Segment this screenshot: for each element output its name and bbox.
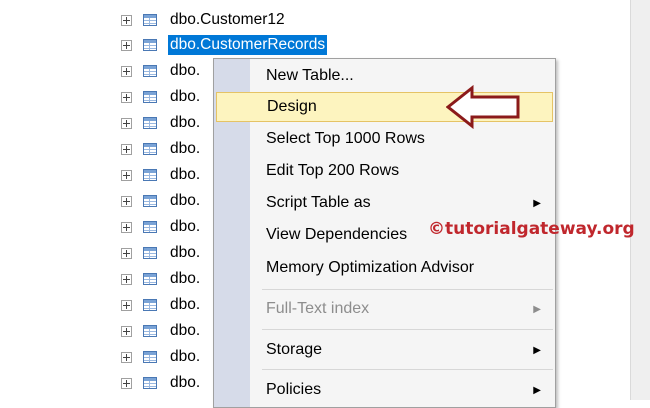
tree-item-label: dbo. — [170, 322, 201, 339]
menu-item-full-text-index[interactable]: Full-Text index ▶ — [216, 294, 553, 324]
tree-item[interactable]: dbo. — [121, 137, 202, 161]
watermark: ©tutorialgateway.org — [428, 219, 635, 239]
menu-item-storage[interactable]: Storage ▶ — [216, 335, 553, 365]
tree-item-label: dbo. — [170, 192, 201, 209]
menu-item-label: Design — [267, 98, 317, 115]
menu-separator — [262, 329, 553, 330]
tree-item-label: dbo. — [170, 166, 201, 183]
tree-item-label: dbo. — [170, 374, 201, 391]
expand-icon[interactable] — [121, 221, 132, 233]
expand-icon[interactable] — [121, 117, 132, 129]
tree-item[interactable]: dbo. — [121, 189, 202, 213]
tree-item[interactable]: dbo. — [121, 163, 202, 187]
expand-icon[interactable] — [121, 325, 132, 337]
tree-item-label: dbo. — [170, 140, 201, 157]
tree-item[interactable]: dbo. — [121, 59, 202, 83]
table-icon — [143, 195, 157, 207]
menu-separator — [262, 289, 553, 290]
menu-item-label: Script Table as — [266, 194, 371, 211]
menu-item-label: Select Top 1000 Rows — [266, 130, 425, 147]
table-icon — [143, 325, 157, 337]
tree-item-label: dbo. — [170, 62, 201, 79]
tree-item-label: dbo.Customer12 — [170, 11, 285, 28]
menu-item-label: Full-Text index — [266, 300, 370, 317]
submenu-arrow-icon: ▶ — [533, 197, 541, 209]
table-icon — [143, 143, 157, 155]
menu-item-label: Memory Optimization Advisor — [266, 259, 475, 276]
menu-item-policies[interactable]: Policies ▶ — [216, 375, 553, 405]
tree-item[interactable]: dbo. — [121, 241, 202, 265]
tree-item-label: dbo. — [170, 88, 201, 105]
tree-item-label: dbo. — [170, 218, 201, 235]
menu-item-label: Storage — [266, 341, 323, 358]
tree-item-label: dbo. — [170, 114, 201, 131]
object-explorer-tree: dbo.Customer12 dbo.CustomerRecords dbo. … — [0, 0, 328, 400]
table-icon — [143, 273, 157, 285]
expand-icon[interactable] — [121, 14, 132, 26]
expand-icon[interactable] — [121, 351, 132, 363]
expand-icon[interactable] — [121, 169, 132, 181]
expand-icon[interactable] — [121, 247, 132, 259]
submenu-arrow-icon: ▶ — [533, 303, 541, 315]
menu-item-script-table-as[interactable]: Script Table as ▶ — [216, 188, 553, 218]
expand-icon[interactable] — [121, 91, 132, 103]
table-icon — [143, 117, 157, 129]
tree-item[interactable]: dbo. — [121, 215, 202, 239]
tree-item-customerrecords[interactable]: dbo.CustomerRecords — [121, 33, 328, 57]
tree-item[interactable]: dbo. — [121, 85, 202, 109]
table-icon — [143, 169, 157, 181]
submenu-arrow-icon: ▶ — [533, 384, 541, 396]
table-icon — [143, 351, 157, 363]
expand-icon[interactable] — [121, 39, 132, 51]
tree-item[interactable]: dbo. — [121, 111, 202, 135]
submenu-arrow-icon: ▶ — [533, 344, 541, 356]
vertical-scrollbar[interactable] — [630, 0, 650, 400]
tree-item[interactable]: dbo. — [121, 293, 202, 317]
menu-item-label: View Dependencies — [266, 226, 408, 243]
expand-icon[interactable] — [121, 377, 132, 389]
table-icon — [143, 65, 157, 77]
table-icon — [143, 91, 157, 103]
tree-item-label: dbo. — [170, 296, 201, 313]
menu-separator — [262, 369, 553, 370]
expand-icon[interactable] — [121, 273, 132, 285]
tree-item-customer12[interactable]: dbo.Customer12 — [121, 8, 287, 32]
tree-item[interactable]: dbo. — [121, 371, 202, 395]
tree-item[interactable]: dbo. — [121, 267, 202, 291]
tree-item-label: dbo. — [170, 348, 201, 365]
table-icon — [143, 14, 157, 26]
tree-item[interactable]: dbo. — [121, 319, 202, 343]
expand-icon[interactable] — [121, 195, 132, 207]
menu-item-label: Edit Top 200 Rows — [266, 162, 400, 179]
table-icon — [143, 299, 157, 311]
tree-item-label: dbo. — [170, 270, 201, 287]
tree-item-label: dbo.CustomerRecords — [168, 35, 328, 55]
menu-item-memory-optimization-advisor[interactable]: Memory Optimization Advisor — [216, 253, 553, 283]
tree-item[interactable]: dbo. — [121, 345, 202, 369]
expand-icon[interactable] — [121, 143, 132, 155]
expand-icon[interactable] — [121, 65, 132, 77]
table-icon — [143, 221, 157, 233]
pointer-arrow-icon — [446, 85, 520, 129]
table-icon — [143, 39, 157, 51]
menu-item-label: New Table... — [266, 67, 354, 84]
menu-item-label: Policies — [266, 381, 322, 398]
table-icon — [143, 247, 157, 259]
menu-item-edit-top-200-rows[interactable]: Edit Top 200 Rows — [216, 156, 553, 186]
table-icon — [143, 377, 157, 389]
tree-item-label: dbo. — [170, 244, 201, 261]
expand-icon[interactable] — [121, 299, 132, 311]
